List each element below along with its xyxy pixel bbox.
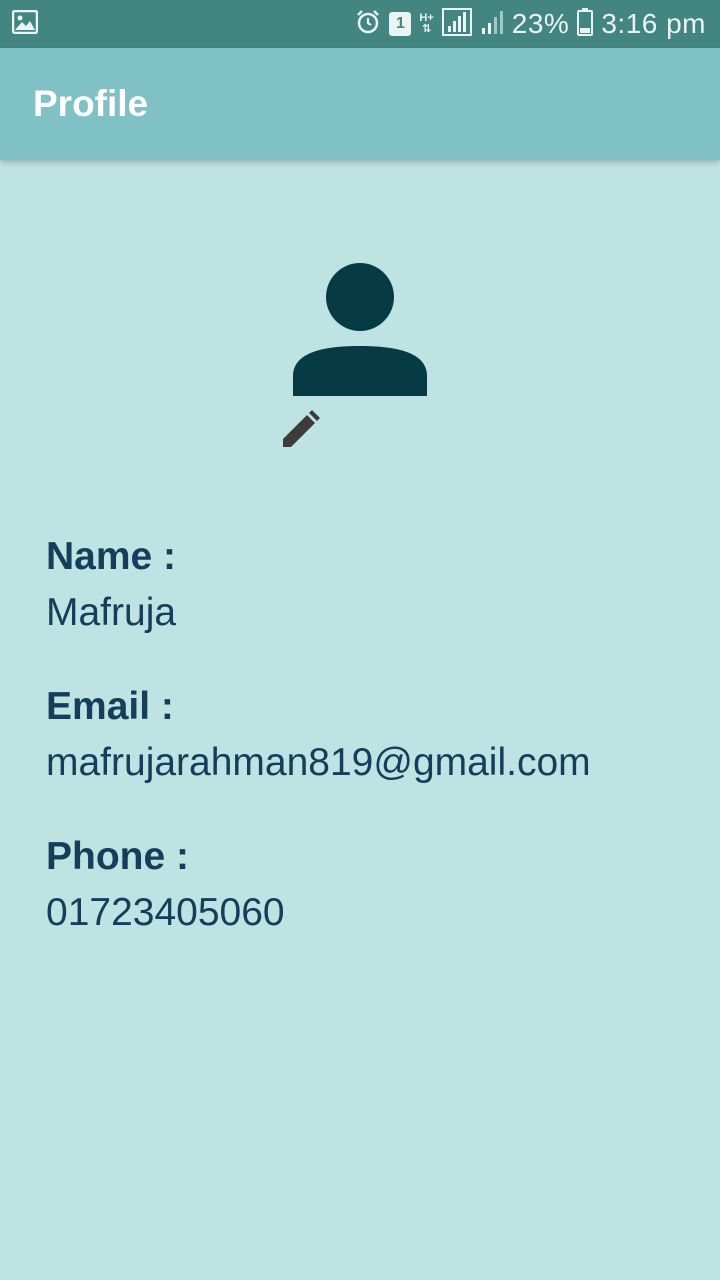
battery-icon — [577, 7, 594, 41]
alarm-icon — [355, 9, 381, 40]
app-bar: Profile — [0, 48, 720, 160]
email-field: Email : mafrujarahman819@gmail.com — [46, 682, 706, 788]
phone-label: Phone : — [46, 835, 189, 878]
gallery-icon — [11, 9, 39, 39]
email-label: Email : — [46, 685, 174, 728]
clock: 3:16 pm — [601, 8, 706, 39]
signal-icon-secondary — [480, 9, 504, 40]
sim-icon: 1 — [389, 12, 412, 36]
email-value: mafrujarahman819@gmail.com — [46, 741, 591, 784]
pencil-icon[interactable] — [280, 410, 320, 450]
phone-field: Phone : 01723405060 — [46, 832, 706, 938]
name-field: Name : Mafruja — [46, 532, 706, 638]
name-label: Name : — [46, 535, 177, 578]
battery-percent: 23% — [511, 8, 570, 39]
network-type-icon: H+ ⇅ — [419, 12, 434, 35]
signal-icon — [441, 7, 472, 41]
avatar[interactable] — [290, 262, 430, 398]
network-type-label: H+ — [419, 12, 434, 24]
phone-value: 01723405060 — [46, 891, 285, 934]
page-title: Profile — [33, 83, 149, 124]
name-value: Mafruja — [46, 591, 177, 634]
profile-info: Name : Mafruja Email : mafrujarahman819@… — [46, 532, 706, 982]
person-icon — [293, 263, 427, 396]
status-bar: 1 H+ ⇅ 23% 3:16 pm — [0, 0, 720, 48]
